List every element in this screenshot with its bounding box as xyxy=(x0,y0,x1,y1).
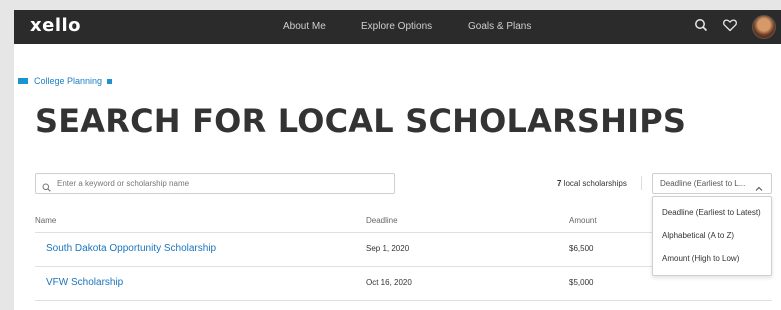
scholarship-amount: $6,500 xyxy=(569,244,594,253)
sort-option-deadline[interactable]: Deadline (Earliest to Latest) xyxy=(662,208,761,217)
xello-logo[interactable]: xello xyxy=(30,15,81,36)
page-title: SEARCH FOR LOCAL SCHOLARSHIPS xyxy=(35,102,687,140)
scholarship-deadline: Oct 16, 2020 xyxy=(366,278,412,287)
table-divider xyxy=(35,300,772,301)
sort-option-amount[interactable]: Amount (High to Low) xyxy=(662,254,739,263)
user-avatar[interactable] xyxy=(752,15,776,39)
breadcrumb-marker-right xyxy=(107,78,113,84)
app-window: xello About Me Explore Options Goals & P… xyxy=(14,10,781,310)
search-icon xyxy=(42,179,51,192)
chevron-up-icon xyxy=(755,180,763,191)
top-navigation-bar: xello About Me Explore Options Goals & P… xyxy=(14,10,781,44)
results-count: 7 local scholarships xyxy=(557,179,627,188)
scholarship-deadline: Sep 1, 2020 xyxy=(366,244,410,253)
sort-selected-value: Deadline (Earliest to L... xyxy=(660,179,746,188)
breadcrumb: College Planning xyxy=(18,75,113,87)
results-count-number: 7 xyxy=(557,179,562,188)
search-icon[interactable] xyxy=(694,18,708,32)
sort-option-alphabetical[interactable]: Alphabetical (A to Z) xyxy=(662,231,734,240)
nav-goals-plans[interactable]: Goals & Plans xyxy=(468,21,531,32)
sort-dropdown[interactable]: Deadline (Earliest to L... xyxy=(652,173,772,194)
heart-icon[interactable] xyxy=(722,17,738,33)
breadcrumb-marker-left xyxy=(18,78,28,84)
column-header-deadline[interactable]: Deadline xyxy=(366,216,398,225)
results-count-label: local scholarships xyxy=(563,179,627,188)
sort-options-menu: Deadline (Earliest to Latest) Alphabetic… xyxy=(652,196,772,276)
scholarship-name-link[interactable]: South Dakota Opportunity Scholarship xyxy=(46,243,216,254)
column-header-amount[interactable]: Amount xyxy=(569,216,597,225)
scholarship-amount: $5,000 xyxy=(569,278,594,287)
scholarship-name-link[interactable]: VFW Scholarship xyxy=(46,277,123,288)
search-input[interactable] xyxy=(57,179,387,188)
divider xyxy=(641,176,642,190)
breadcrumb-college-planning[interactable]: College Planning xyxy=(34,76,102,86)
nav-about-me[interactable]: About Me xyxy=(283,21,326,32)
nav-explore-options[interactable]: Explore Options xyxy=(361,21,432,32)
scholarship-search-box[interactable] xyxy=(35,173,395,194)
column-header-name[interactable]: Name xyxy=(35,216,56,225)
